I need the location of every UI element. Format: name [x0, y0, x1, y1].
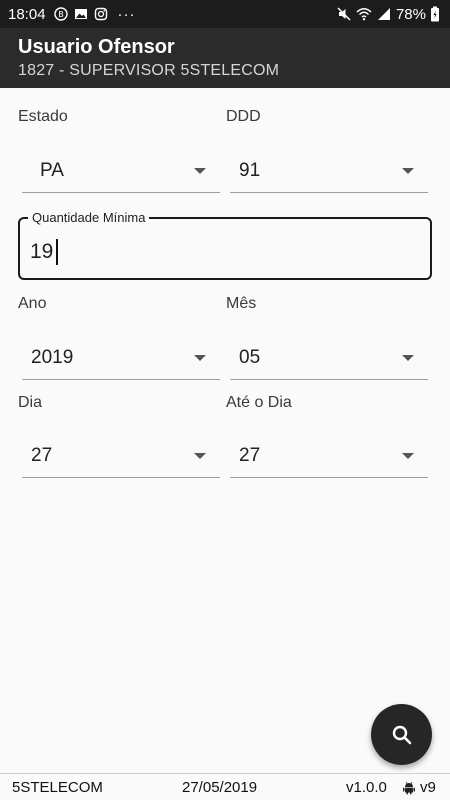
ddd-select[interactable]: 91 [230, 149, 428, 193]
status-time: 18:04 [8, 5, 46, 23]
chevron-down-icon [194, 168, 206, 174]
search-icon [392, 725, 411, 744]
footer-date: 27/05/2019 [182, 779, 258, 796]
ddd-label: DDD [226, 108, 261, 125]
footer-company: 5STELECOM [12, 779, 103, 796]
more-notifications-indicator: ··· [117, 5, 136, 23]
battery-percentage: 78% [395, 5, 426, 23]
footer-version: v1.0.0 [346, 779, 387, 796]
quantidade-minima-input[interactable] [30, 237, 420, 267]
ate-o-dia-select[interactable]: 27 [230, 434, 428, 478]
footer-api-version: v9 [420, 779, 436, 796]
android-icon [403, 781, 415, 795]
chevron-down-icon [402, 355, 414, 361]
battery-icon [430, 6, 440, 22]
app-bar: Usuario Ofensor 1827 - SUPERVISOR 5STELE… [0, 28, 450, 88]
chevron-down-icon [402, 168, 414, 174]
mute-icon [336, 6, 352, 22]
status-bar-right: 78% [336, 6, 450, 23]
mes-select[interactable]: 05 [230, 336, 428, 380]
ano-label: Ano [18, 295, 47, 312]
wifi-icon [356, 6, 372, 22]
footer: 5STELECOM 27/05/2019 v1.0.0 v9 [0, 773, 450, 800]
mes-value: 05 [239, 346, 261, 368]
notification-app-icon: B [53, 7, 68, 21]
ate-o-dia-value: 27 [239, 444, 261, 466]
chevron-down-icon [402, 453, 414, 459]
page-title: Usuario Ofensor [18, 36, 175, 58]
instagram-icon [94, 7, 108, 21]
page-subtitle: 1827 - SUPERVISOR 5STELECOM [18, 62, 280, 79]
mes-label: Mês [226, 295, 257, 312]
ano-select[interactable]: 2019 [22, 336, 220, 380]
quantidade-minima-label: Quantidade Mínima [28, 210, 150, 226]
estado-label: Estado [18, 108, 68, 125]
estado-select[interactable]: PA [22, 149, 220, 193]
dia-label: Dia [18, 394, 43, 411]
quantidade-minima-field[interactable]: Quantidade Mínima [18, 210, 432, 280]
dia-select[interactable]: 27 [22, 434, 220, 478]
ddd-value: 91 [239, 159, 261, 181]
ano-value: 2019 [31, 346, 74, 368]
text-cursor [56, 239, 58, 265]
status-bar: 18:04 B ··· 78% [0, 0, 450, 28]
chevron-down-icon [194, 355, 206, 361]
estado-value: PA [40, 159, 64, 181]
image-icon [74, 7, 88, 21]
chevron-down-icon [194, 453, 206, 459]
search-button[interactable] [371, 704, 432, 765]
ate-o-dia-label: Até o Dia [226, 394, 292, 411]
dia-value: 27 [31, 444, 53, 466]
signal-icon [376, 6, 392, 22]
svg-text:B: B [58, 10, 64, 19]
status-bar-left: 18:04 B ··· [0, 6, 136, 23]
